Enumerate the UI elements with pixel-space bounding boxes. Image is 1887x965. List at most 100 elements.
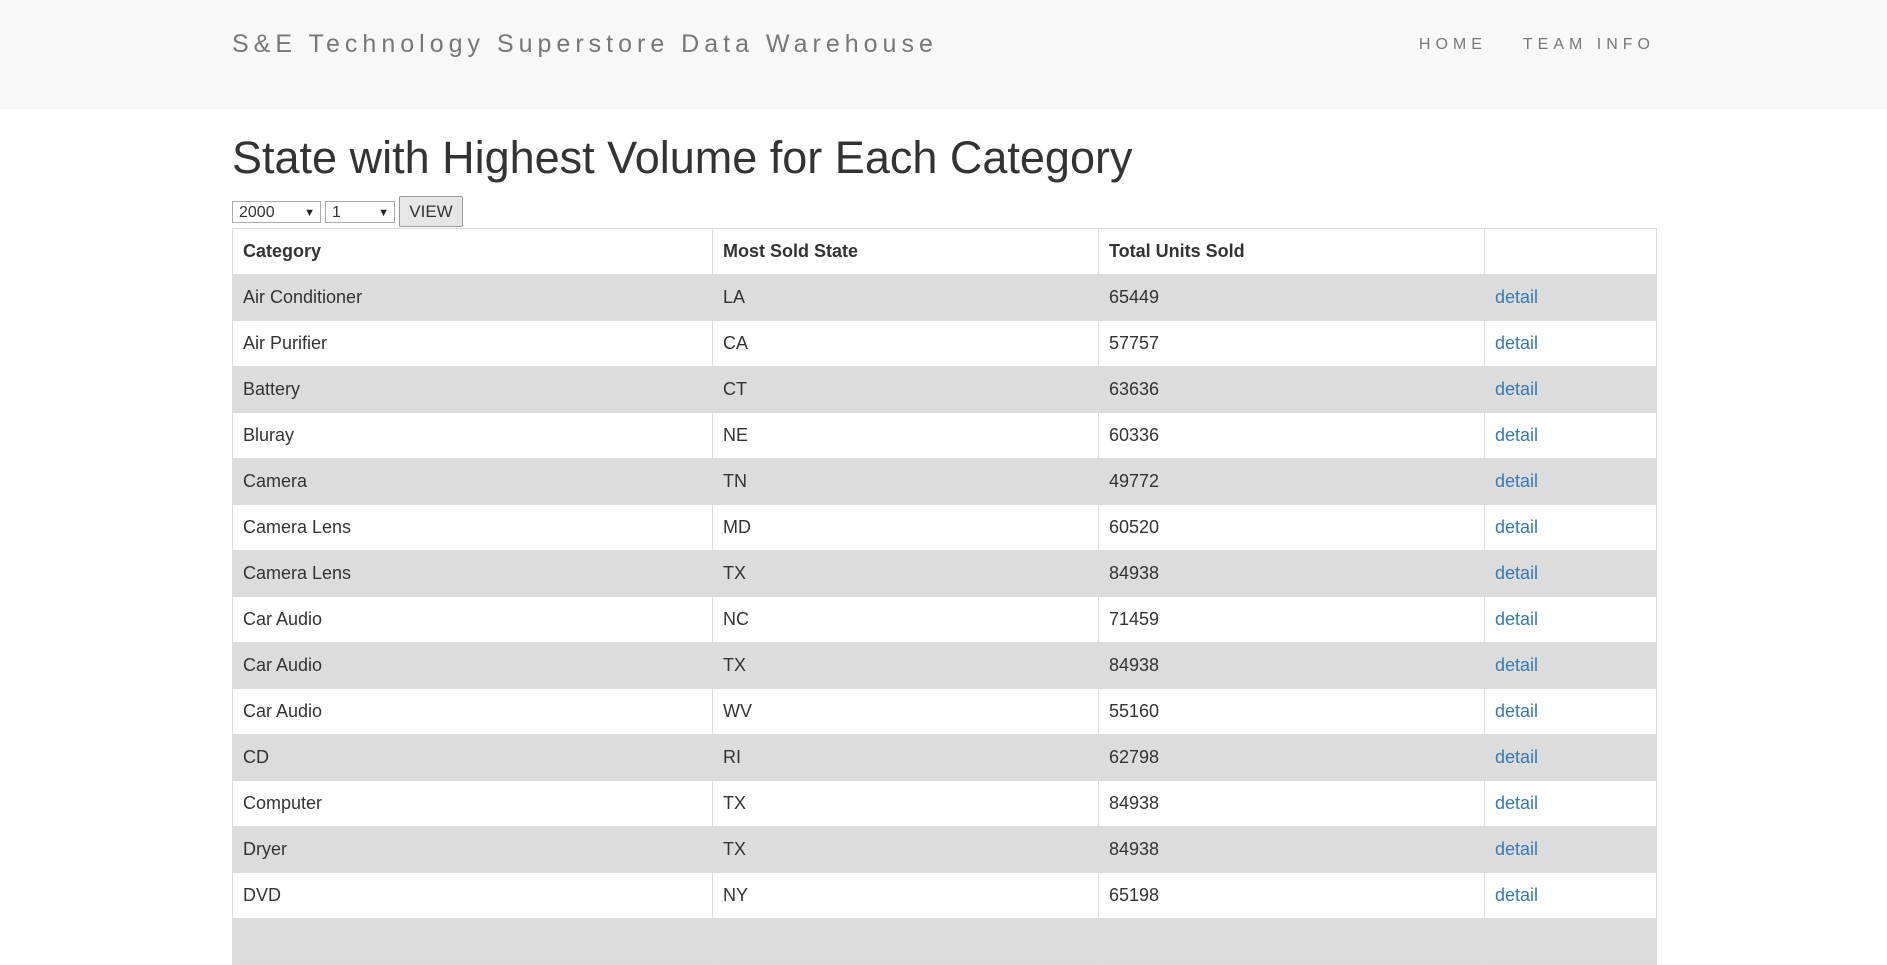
units-cell xyxy=(1098,918,1485,965)
units-cell: 84938 xyxy=(1098,826,1485,873)
category-cell: Bluray xyxy=(232,412,713,459)
action-cell: detail xyxy=(1484,872,1657,919)
chevron-down-icon: ▼ xyxy=(304,206,315,219)
action-cell: detail xyxy=(1484,734,1657,781)
table-row: Camera Lens MD 60520 detail xyxy=(232,504,1657,551)
detail-link[interactable]: detail xyxy=(1495,517,1538,537)
units-cell: 63636 xyxy=(1098,366,1485,413)
action-cell: detail xyxy=(1484,412,1657,459)
units-cell: 65198 xyxy=(1098,872,1485,919)
detail-link[interactable]: detail xyxy=(1495,425,1538,445)
action-cell: detail xyxy=(1484,780,1657,827)
table-row: Air Conditioner LA 65449 detail xyxy=(232,274,1657,321)
action-cell xyxy=(1484,918,1657,965)
state-cell: TN xyxy=(712,458,1099,505)
detail-link[interactable]: detail xyxy=(1495,287,1538,307)
action-cell: detail xyxy=(1484,366,1657,413)
category-cell: Camera Lens xyxy=(232,550,713,597)
state-cell xyxy=(712,918,1099,965)
units-cell: 84938 xyxy=(1098,550,1485,597)
category-cell: Car Audio xyxy=(232,642,713,689)
category-cell: Battery xyxy=(232,366,713,413)
navbar: S&E Technology Superstore Data Warehouse… xyxy=(0,0,1887,109)
detail-link[interactable]: detail xyxy=(1495,563,1538,583)
units-cell: 84938 xyxy=(1098,642,1485,689)
category-cell: Dryer xyxy=(232,826,713,873)
action-cell: detail xyxy=(1484,320,1657,367)
table-row: Car Audio TX 84938 detail xyxy=(232,642,1657,689)
page-title: State with Highest Volume for Each Categ… xyxy=(232,132,1133,183)
state-cell: NE xyxy=(712,412,1099,459)
table-row-partial xyxy=(232,918,1657,965)
table-row: Car Audio WV 55160 detail xyxy=(232,688,1657,735)
state-cell: RI xyxy=(712,734,1099,781)
column-header-category: Category xyxy=(232,228,713,275)
action-cell: detail xyxy=(1484,826,1657,873)
units-cell: 57757 xyxy=(1098,320,1485,367)
action-cell: detail xyxy=(1484,550,1657,597)
state-cell: MD xyxy=(712,504,1099,551)
table-row: Camera Lens TX 84938 detail xyxy=(232,550,1657,597)
table-row: DVD NY 65198 detail xyxy=(232,872,1657,919)
table-row: Bluray NE 60336 detail xyxy=(232,412,1657,459)
units-cell: 49772 xyxy=(1098,458,1485,505)
table-row: Air Purifier CA 57757 detail xyxy=(232,320,1657,367)
category-cell: Air Conditioner xyxy=(232,274,713,321)
view-button[interactable]: VIEW xyxy=(399,196,463,227)
detail-link[interactable]: detail xyxy=(1495,471,1538,491)
state-cell: CA xyxy=(712,320,1099,367)
table-row: CD RI 62798 detail xyxy=(232,734,1657,781)
action-cell: detail xyxy=(1484,642,1657,689)
state-cell: WV xyxy=(712,688,1099,735)
units-cell: 62798 xyxy=(1098,734,1485,781)
table-row: Car Audio NC 71459 detail xyxy=(232,596,1657,643)
units-cell: 60520 xyxy=(1098,504,1485,551)
action-cell: detail xyxy=(1484,274,1657,321)
action-cell: detail xyxy=(1484,596,1657,643)
table-row: Dryer TX 84938 detail xyxy=(232,826,1657,873)
detail-link[interactable]: detail xyxy=(1495,701,1538,721)
filter-controls: 2000 ▼ 1 ▼ VIEW xyxy=(232,196,463,227)
detail-link[interactable]: detail xyxy=(1495,839,1538,859)
chevron-down-icon: ▼ xyxy=(378,206,389,219)
category-cell xyxy=(232,918,713,965)
month-select[interactable]: 1 ▼ xyxy=(325,200,395,223)
detail-link[interactable]: detail xyxy=(1495,609,1538,629)
category-table: Category Most Sold State Total Units Sol… xyxy=(232,228,1657,965)
state-cell: TX xyxy=(712,550,1099,597)
year-select[interactable]: 2000 ▼ xyxy=(232,200,321,223)
units-cell: 60336 xyxy=(1098,412,1485,459)
category-cell: DVD xyxy=(232,872,713,919)
detail-link[interactable]: detail xyxy=(1495,379,1538,399)
brand-link[interactable]: S&E Technology Superstore Data Warehouse xyxy=(232,30,938,59)
units-cell: 55160 xyxy=(1098,688,1485,735)
detail-link[interactable]: detail xyxy=(1495,333,1538,353)
column-header-state: Most Sold State xyxy=(712,228,1099,275)
units-cell: 84938 xyxy=(1098,780,1485,827)
nav-home-link[interactable]: HOME xyxy=(1419,36,1487,54)
table-row: Battery CT 63636 detail xyxy=(232,366,1657,413)
category-cell: Camera xyxy=(232,458,713,505)
detail-link[interactable]: detail xyxy=(1495,793,1538,813)
state-cell: NY xyxy=(712,872,1099,919)
table-row: Camera TN 49772 detail xyxy=(232,458,1657,505)
category-cell: Car Audio xyxy=(232,596,713,643)
action-cell: detail xyxy=(1484,458,1657,505)
detail-link[interactable]: detail xyxy=(1495,655,1538,675)
units-cell: 65449 xyxy=(1098,274,1485,321)
state-cell: TX xyxy=(712,642,1099,689)
category-cell: CD xyxy=(232,734,713,781)
category-cell: Air Purifier xyxy=(232,320,713,367)
state-cell: NC xyxy=(712,596,1099,643)
units-cell: 71459 xyxy=(1098,596,1485,643)
nav-links: HOME TEAM INFO xyxy=(1419,36,1655,54)
category-cell: Car Audio xyxy=(232,688,713,735)
month-select-value: 1 xyxy=(332,203,341,221)
action-cell: detail xyxy=(1484,504,1657,551)
detail-link[interactable]: detail xyxy=(1495,747,1538,767)
table-row: Computer TX 84938 detail xyxy=(232,780,1657,827)
column-header-actions xyxy=(1484,228,1657,275)
state-cell: CT xyxy=(712,366,1099,413)
nav-team-info-link[interactable]: TEAM INFO xyxy=(1523,36,1655,54)
detail-link[interactable]: detail xyxy=(1495,885,1538,905)
